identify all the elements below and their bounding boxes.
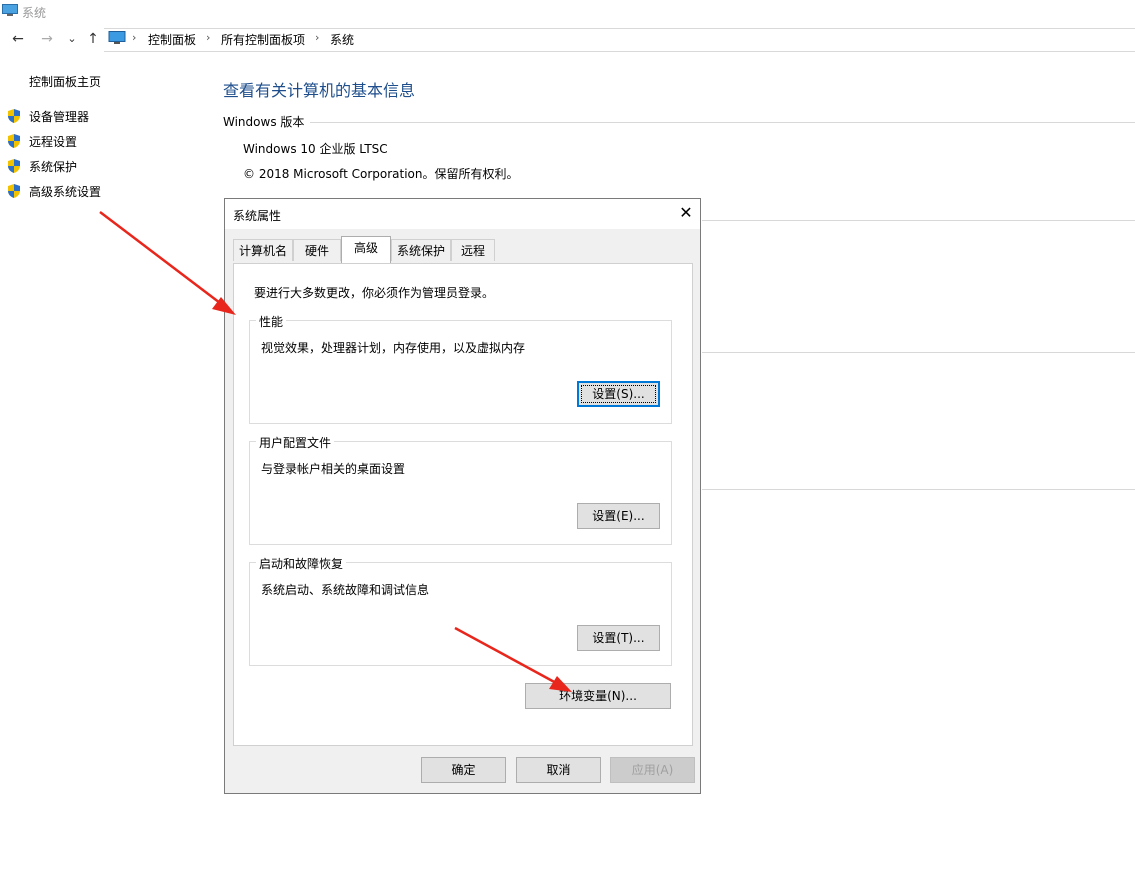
tab-system-protection[interactable]: 系统保护 <box>391 239 451 261</box>
edition-value: Windows 10 企业版 LTSC <box>243 142 388 156</box>
tab-hardware[interactable]: 硬件 <box>293 239 341 261</box>
group-label: 启动和故障恢复 <box>256 555 347 572</box>
breadcrumb-control-panel[interactable]: 控制面板 <box>148 31 196 48</box>
section-divider <box>702 489 1135 490</box>
computer-icon <box>108 31 126 44</box>
shield-icon <box>8 184 20 198</box>
sidebar-item-advanced-settings[interactable]: 高级系统设置 <box>6 181 101 201</box>
performance-group: 性能 视觉效果，处理器计划，内存使用，以及虚拟内存 设置(S)... <box>249 313 672 424</box>
group-description: 视觉效果，处理器计划，内存使用，以及虚拟内存 <box>261 341 526 355</box>
breadcrumb-all-items[interactable]: 所有控制面板项 <box>221 31 305 48</box>
environment-variables-button[interactable]: 环境变量(N)... <box>525 683 671 709</box>
group-description: 与登录帐户相关的桌面设置 <box>261 462 406 476</box>
cancel-button[interactable]: 取消 <box>516 757 601 783</box>
back-arrow-icon[interactable]: ← <box>9 30 27 48</box>
section-divider <box>702 220 1135 221</box>
system-properties-dialog: 系统属性 ✕ 计算机名 硬件 高级 系统保护 远程 要进行大多数更改，你必须作为… <box>224 198 701 794</box>
profiles-settings-button[interactable]: 设置(E)... <box>577 503 660 529</box>
tab-remote[interactable]: 远程 <box>451 239 495 261</box>
forward-arrow-icon[interactable]: → <box>38 30 56 48</box>
apply-button[interactable]: 应用(A) <box>610 757 695 783</box>
advanced-tab-panel: 要进行大多数更改，你必须作为管理员登录。 性能 视觉效果，处理器计划，内存使用，… <box>233 263 693 746</box>
ok-button[interactable]: 确定 <box>421 757 506 783</box>
breadcrumb-separator: › <box>206 31 211 44</box>
sidebar-item-label: 系统保护 <box>29 159 78 174</box>
startup-settings-button[interactable]: 设置(T)... <box>577 625 660 651</box>
recent-dropdown-icon[interactable]: ⌄ <box>63 30 81 48</box>
page-title: 查看有关计算机的基本信息 <box>223 81 416 100</box>
group-label: 性能 <box>256 313 287 330</box>
user-profiles-group: 用户配置文件 与登录帐户相关的桌面设置 设置(E)... <box>249 434 672 545</box>
shield-icon <box>8 134 20 148</box>
sidebar-item-system-protection[interactable]: 系统保护 <box>6 156 77 176</box>
performance-settings-button[interactable]: 设置(S)... <box>577 381 660 407</box>
monitor-icon <box>2 4 18 16</box>
shield-icon <box>8 109 20 123</box>
section-divider <box>310 122 1135 123</box>
arrow-to-performance <box>99 211 236 315</box>
copyright-text: © 2018 Microsoft Corporation。保留所有权利。 <box>243 167 519 181</box>
group-label: 用户配置文件 <box>256 434 335 451</box>
tab-computer-name[interactable]: 计算机名 <box>233 239 293 261</box>
breadcrumb-separator: › <box>315 31 320 44</box>
tab-advanced[interactable]: 高级 <box>341 236 391 263</box>
sidebar-item-label: 远程设置 <box>29 134 78 149</box>
section-divider <box>702 352 1135 353</box>
breadcrumb-system[interactable]: 系统 <box>330 31 354 48</box>
up-arrow-icon[interactable]: ↑ <box>84 30 102 48</box>
breadcrumb-separator: › <box>132 31 137 44</box>
dialog-title: 系统属性 <box>233 209 282 223</box>
admin-note: 要进行大多数更改，你必须作为管理员登录。 <box>254 286 495 300</box>
window-title: 系统 <box>22 6 47 20</box>
sidebar-item-label: 高级系统设置 <box>29 184 102 199</box>
section-heading-edition: Windows 版本 <box>223 115 305 129</box>
startup-recovery-group: 启动和故障恢复 系统启动、系统故障和调试信息 设置(T)... <box>249 555 672 666</box>
sidebar-item-remote[interactable]: 远程设置 <box>6 131 77 151</box>
shield-icon <box>8 159 20 173</box>
close-icon[interactable]: ✕ <box>677 204 695 222</box>
group-description: 系统启动、系统故障和调试信息 <box>261 583 430 597</box>
sidebar-item-device-manager[interactable]: 设备管理器 <box>6 106 89 126</box>
dialog-titlebar[interactable]: 系统属性 ✕ <box>225 199 700 229</box>
sidebar-home-link[interactable]: 控制面板主页 <box>29 73 101 90</box>
sidebar-item-label: 设备管理器 <box>29 109 90 124</box>
